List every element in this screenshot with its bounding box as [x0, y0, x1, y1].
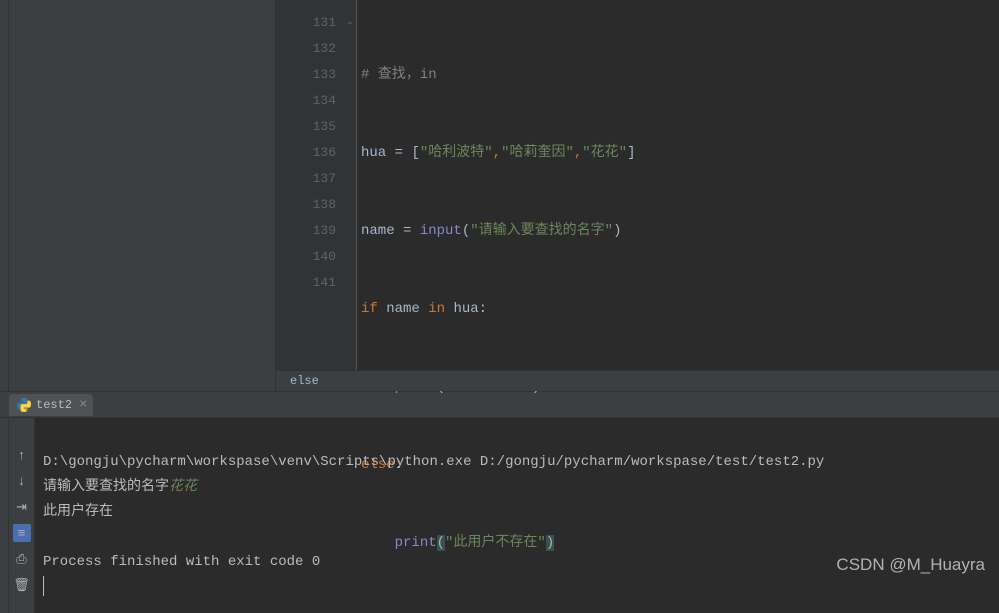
code-comment: # 查找，in [361, 67, 437, 83]
fold-indicator-icon[interactable]: ⌃ [344, 15, 354, 25]
line-number[interactable]: 135 [276, 114, 356, 140]
line-number[interactable]: 133 [276, 62, 356, 88]
soft-wrap-icon[interactable]: ⇥ [13, 498, 31, 516]
terminal-left-stripe [0, 418, 9, 613]
console-prompt: 请输入要查找的名字 [43, 479, 169, 495]
line-number[interactable]: 140 [276, 244, 356, 270]
line-number[interactable]: 132 [276, 36, 356, 62]
breadcrumb[interactable]: else [276, 370, 999, 391]
scroll-to-end-icon[interactable]: ≡ [13, 524, 31, 542]
watermark: CSDN @M_Huayra [836, 555, 985, 575]
line-number[interactable]: 136 [276, 140, 356, 166]
line-number[interactable]: 137 [276, 166, 356, 192]
line-number[interactable]: 138 [276, 192, 356, 218]
line-number[interactable]: 131⌃ [276, 10, 356, 36]
trash-icon[interactable]: 🗑 [13, 576, 31, 594]
project-tree-panel[interactable] [9, 0, 276, 391]
breadcrumb-item[interactable]: else [290, 374, 319, 388]
code-editor[interactable]: # 查找，in hua = ["哈利波特","哈莉奎因","花花"] name … [356, 0, 999, 370]
console-line: D:\gongju\pycharm\workspase\venv\Scripts… [43, 454, 824, 470]
console-output[interactable]: D:\gongju\pycharm\workspase\venv\Scripts… [35, 418, 999, 613]
run-toolbar: ↑ ↓ ⇥ ≡ ⎙ 🗑 [9, 418, 35, 613]
run-tab-label: test2 [36, 398, 72, 412]
project-tool-stripe[interactable] [0, 0, 9, 391]
console-user-input: 花花 [169, 479, 197, 495]
close-icon[interactable]: × [79, 397, 87, 413]
line-number[interactable]: 141 [276, 270, 356, 296]
print-icon[interactable]: ⎙ [13, 550, 31, 568]
editor-area: 131⌃ 132 133 134 135 136 137 138 139 140… [276, 0, 999, 391]
run-tab-test2[interactable]: test2 × [9, 394, 93, 416]
console-line: 此用户存在 [43, 504, 113, 520]
arrow-up-icon[interactable]: ↑ [13, 446, 31, 464]
console-line: Process finished with exit code 0 [43, 554, 320, 570]
arrow-down-icon[interactable]: ↓ [13, 472, 31, 490]
line-number[interactable]: 139 [276, 218, 356, 244]
line-number[interactable]: 134 [276, 88, 356, 114]
cursor [43, 576, 44, 596]
editor-gutter[interactable]: 131⌃ 132 133 134 135 136 137 138 139 140… [276, 0, 356, 370]
python-icon [17, 398, 31, 412]
